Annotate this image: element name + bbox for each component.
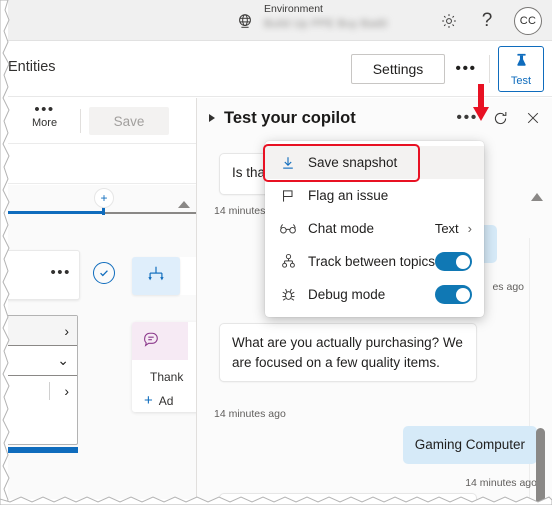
- app-window: Environment Build Up PPE Buy Bad0 ? CC E…: [0, 0, 552, 505]
- branch-condition-node[interactable]: [132, 257, 180, 295]
- ellipsis-icon: •••: [34, 101, 55, 118]
- bug-icon: [277, 286, 299, 303]
- environment-selector[interactable]: Environment Build Up PPE Buy Bad0: [236, 4, 388, 30]
- topic-suggestion-card[interactable]: Thank + Ad: [132, 322, 196, 412]
- more-button[interactable]: ••• More: [32, 101, 58, 129]
- command-divider: [489, 55, 490, 83]
- add-node-icon[interactable]: +: [94, 188, 114, 208]
- top-chrome-actions: ? CC: [438, 0, 542, 41]
- list-item[interactable]: ›: [8, 316, 77, 346]
- flag-icon: [277, 188, 299, 204]
- chat-scrollbar-thumb[interactable]: [536, 428, 545, 505]
- test-button[interactable]: Test: [498, 46, 544, 92]
- track-between-topics-toggle[interactable]: [435, 252, 472, 271]
- menu-item-label: Flag an issue: [308, 188, 389, 203]
- annotation-arrow: [472, 84, 490, 127]
- page-title: Test your copilot: [224, 108, 356, 127]
- menu-item-save-snapshot[interactable]: Save snapshot: [263, 144, 484, 182]
- flow-connector: [104, 212, 196, 214]
- message-bubble-icon: [142, 330, 160, 353]
- triangle-up-icon[interactable]: [178, 201, 190, 208]
- authoring-canvas-pane: ••• More Save + ••• › ⌄ › Thank + Ad: [8, 98, 196, 499]
- environment-label: Environment: [264, 3, 323, 16]
- list-item[interactable]: ›: [8, 376, 77, 406]
- chat-timestamp: 14 minutes ago: [465, 477, 537, 489]
- node-list-card[interactable]: › ⌄ ›: [8, 315, 78, 445]
- avatar[interactable]: CC: [514, 6, 542, 35]
- toggle-knob: [455, 287, 470, 302]
- gear-icon[interactable]: [438, 10, 460, 32]
- menu-item-chat-mode[interactable]: Chat mode Text ›: [265, 212, 484, 245]
- topic-card-title: Thank: [150, 370, 184, 384]
- toolbar-divider: [80, 109, 81, 133]
- menu-item-label: Debug mode: [308, 287, 386, 302]
- test-button-label: Test: [510, 74, 532, 87]
- save-button[interactable]: Save: [89, 107, 169, 135]
- breadcrumb[interactable]: Entities: [8, 59, 56, 75]
- download-arrow-icon: [277, 155, 299, 171]
- environment-name: Build Up PPE Buy Bad0: [264, 17, 388, 30]
- debug-mode-toggle[interactable]: [435, 285, 472, 304]
- test-pane-overflow-menu: Save snapshot Flag an issue Chat mode Te…: [263, 141, 484, 317]
- plus-icon: +: [144, 392, 153, 409]
- command-bar: Entities Settings ••• Test: [8, 41, 552, 97]
- chevron-right-icon: ›: [64, 322, 69, 339]
- chat-mode-value: Text: [434, 221, 459, 236]
- node-spacer: [180, 257, 196, 295]
- canvas-toolbar: ••• More Save: [8, 98, 196, 144]
- chat-message-bot: What are you actually purchasing? We are…: [219, 323, 477, 383]
- flow-connector-active: [8, 211, 104, 214]
- canvas-subheader: [8, 144, 196, 184]
- menu-item-track-between-topics[interactable]: Track between topics: [265, 245, 484, 278]
- topic-tree-icon: [277, 253, 299, 270]
- menu-item-label: Track between topics: [308, 254, 436, 269]
- ellipsis-icon[interactable]: •••: [50, 264, 71, 281]
- question-mark-icon[interactable]: ?: [476, 10, 498, 32]
- menu-item-flag-an-issue[interactable]: Flag an issue: [265, 179, 484, 212]
- chat-message-user: Gaming Computer: [402, 426, 537, 464]
- toggle-knob: [455, 254, 470, 269]
- chevron-right-icon: ›: [467, 221, 472, 236]
- globe-icon: [236, 12, 254, 30]
- test-pane-header: Test your copilot •••: [197, 98, 552, 138]
- menu-item-debug-mode[interactable]: Debug mode: [265, 278, 484, 311]
- glasses-icon: [277, 221, 299, 237]
- chat-right-divider: [529, 238, 530, 505]
- flow-node-card[interactable]: •••: [8, 250, 80, 300]
- chevron-down-icon: ⌄: [57, 352, 69, 368]
- refresh-icon[interactable]: [489, 107, 511, 129]
- caret-right-icon[interactable]: [209, 114, 215, 122]
- settings-button[interactable]: Settings: [351, 54, 445, 84]
- chat-timestamp: es ago: [492, 281, 524, 293]
- topic-card-header: [132, 322, 196, 360]
- menu-item-label: Chat mode: [308, 221, 375, 236]
- chat-message-bot: Go get 'em tiger! Sudoku helps keep the …: [219, 493, 477, 505]
- branch-condition-icon: [146, 264, 166, 289]
- list-separator: [49, 382, 50, 400]
- test-flask-icon: [513, 52, 530, 74]
- check-circle-icon: [93, 262, 115, 284]
- command-overflow-icon[interactable]: •••: [449, 54, 483, 84]
- menu-item-label: Save snapshot: [308, 155, 398, 170]
- chat-timestamp: 14 minutes ago: [214, 408, 286, 420]
- topic-card-header-spacer: [188, 322, 196, 360]
- close-icon[interactable]: [522, 107, 544, 129]
- list-item[interactable]: ⌄: [8, 346, 77, 376]
- node-selection-underline: [8, 447, 78, 453]
- topic-card-add-label: Ad: [158, 393, 174, 408]
- topic-card-add-button[interactable]: + Ad: [144, 393, 196, 408]
- top-chrome-bar: Environment Build Up PPE Buy Bad0 ? CC: [8, 0, 552, 41]
- more-button-label: More: [32, 117, 58, 129]
- chevron-right-icon: ›: [64, 383, 69, 399]
- topic-canvas[interactable]: + ••• › ⌄ › Thank + Ad: [8, 185, 196, 499]
